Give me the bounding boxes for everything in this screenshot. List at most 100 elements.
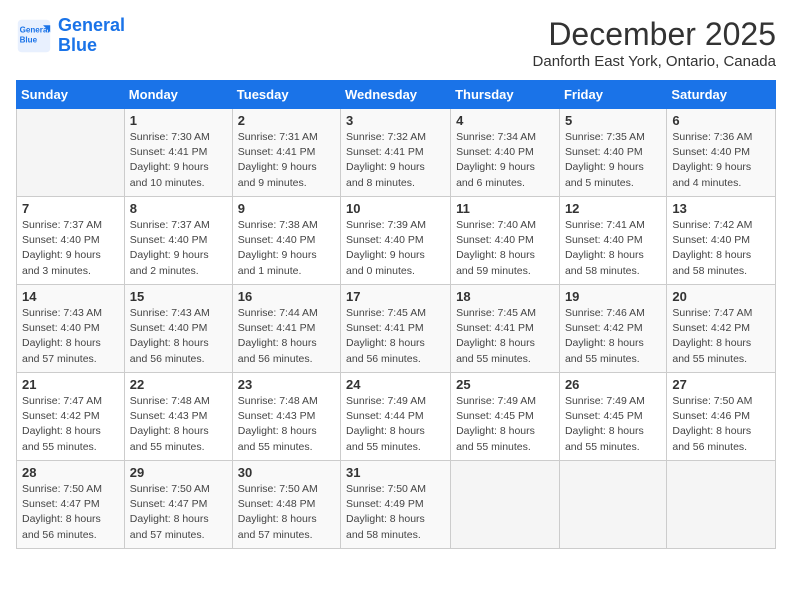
weekday-header-cell: Thursday: [451, 81, 560, 109]
day-info: Sunrise: 7:37 AM Sunset: 4:40 PM Dayligh…: [22, 218, 119, 279]
logo-text: General Blue: [58, 16, 125, 56]
day-number: 6: [672, 113, 770, 128]
logo-line2: Blue: [58, 35, 97, 55]
day-info: Sunrise: 7:50 AM Sunset: 4:48 PM Dayligh…: [238, 482, 335, 543]
day-number: 7: [22, 201, 119, 216]
calendar-cell: 8Sunrise: 7:37 AM Sunset: 4:40 PM Daylig…: [124, 197, 232, 285]
day-number: 14: [22, 289, 119, 304]
day-number: 11: [456, 201, 554, 216]
calendar-cell: 17 Sunrise: 7:45 AM Sunset: 4:41 PM Dayli…: [341, 285, 451, 373]
day-number: 10: [346, 201, 445, 216]
calendar-cell: 30 Sunrise: 7:50 AM Sunset: 4:48 PM Dayli…: [232, 461, 340, 549]
day-info: Sunrise: 7:41 AM Sunset: 4:40 PM Dayligh…: [565, 218, 661, 279]
day-number: 28: [22, 465, 119, 480]
weekday-header-row: SundayMondayTuesdayWednesdayThursdayFrid…: [17, 81, 776, 109]
calendar-cell: 5Sunrise: 7:35 AM Sunset: 4:40 PM Daylig…: [559, 109, 666, 197]
calendar-cell: 4 Sunrise: 7:34 AM Sunset: 4:40 PM Daylig…: [451, 109, 560, 197]
day-number: 31: [346, 465, 445, 480]
weekday-header-cell: Wednesday: [341, 81, 451, 109]
day-number: 3: [346, 113, 445, 128]
weekday-header-cell: Saturday: [667, 81, 776, 109]
calendar-cell: 6Sunrise: 7:36 AM Sunset: 4:40 PM Daylig…: [667, 109, 776, 197]
page-header: General Blue General Blue December 2025 …: [16, 16, 776, 70]
day-info: Sunrise: 7:35 AM Sunset: 4:40 PM Dayligh…: [565, 130, 661, 191]
day-number: 17: [346, 289, 445, 304]
weekday-header-cell: Friday: [559, 81, 666, 109]
day-info: Sunrise: 7:34 AM Sunset: 4:40 PM Dayligh…: [456, 130, 554, 191]
calendar-cell: 3 Sunrise: 7:32 AM Sunset: 4:41 PM Daylig…: [341, 109, 451, 197]
day-info: Sunrise: 7:31 AM Sunset: 4:41 PM Dayligh…: [238, 130, 335, 191]
calendar-cell: 25Sunrise: 7:49 AM Sunset: 4:45 PM Dayli…: [451, 373, 560, 461]
calendar-cell: 15 Sunrise: 7:43 AM Sunset: 4:40 PM Dayli…: [124, 285, 232, 373]
calendar-cell: 16 Sunrise: 7:44 AM Sunset: 4:41 PM Dayli…: [232, 285, 340, 373]
calendar-cell: 23 Sunrise: 7:48 AM Sunset: 4:43 PM Dayli…: [232, 373, 340, 461]
day-info: Sunrise: 7:37 AM Sunset: 4:40 PM Dayligh…: [130, 218, 227, 279]
day-number: 2: [238, 113, 335, 128]
calendar-cell: [17, 109, 125, 197]
day-info: Sunrise: 7:49 AM Sunset: 4:45 PM Dayligh…: [565, 394, 661, 455]
day-info: Sunrise: 7:45 AM Sunset: 4:41 PM Dayligh…: [346, 306, 445, 367]
day-info: Sunrise: 7:49 AM Sunset: 4:44 PM Dayligh…: [346, 394, 445, 455]
day-number: 13: [672, 201, 770, 216]
calendar-week-row: 28 Sunrise: 7:50 AM Sunset: 4:47 PM Dayli…: [17, 461, 776, 549]
day-info: Sunrise: 7:39 AM Sunset: 4:40 PM Dayligh…: [346, 218, 445, 279]
day-number: 21: [22, 377, 119, 392]
calendar-cell: 10 Sunrise: 7:39 AM Sunset: 4:40 PM Dayli…: [341, 197, 451, 285]
title-area: December 2025 Danforth East York, Ontari…: [533, 16, 776, 70]
logo-line1: General: [58, 15, 125, 35]
day-info: Sunrise: 7:43 AM Sunset: 4:40 PM Dayligh…: [130, 306, 227, 367]
day-info: Sunrise: 7:50 AM Sunset: 4:47 PM Dayligh…: [22, 482, 119, 543]
day-info: Sunrise: 7:42 AM Sunset: 4:40 PM Dayligh…: [672, 218, 770, 279]
calendar-body: 1 Sunrise: 7:30 AM Sunset: 4:41 PM Daylig…: [17, 109, 776, 549]
calendar-cell: [451, 461, 560, 549]
logo-icon: General Blue: [16, 18, 52, 54]
day-info: Sunrise: 7:50 AM Sunset: 4:47 PM Dayligh…: [130, 482, 227, 543]
day-info: Sunrise: 7:50 AM Sunset: 4:46 PM Dayligh…: [672, 394, 770, 455]
day-info: Sunrise: 7:49 AM Sunset: 4:45 PM Dayligh…: [456, 394, 554, 455]
logo: General Blue General Blue: [16, 16, 125, 56]
day-number: 20: [672, 289, 770, 304]
day-number: 29: [130, 465, 227, 480]
calendar-cell: [667, 461, 776, 549]
day-number: 1: [130, 113, 227, 128]
weekday-header-cell: Sunday: [17, 81, 125, 109]
day-number: 4: [456, 113, 554, 128]
calendar-week-row: 21 Sunrise: 7:47 AM Sunset: 4:42 PM Dayli…: [17, 373, 776, 461]
day-info: Sunrise: 7:46 AM Sunset: 4:42 PM Dayligh…: [565, 306, 661, 367]
calendar-cell: 29 Sunrise: 7:50 AM Sunset: 4:47 PM Dayli…: [124, 461, 232, 549]
day-info: Sunrise: 7:43 AM Sunset: 4:40 PM Dayligh…: [22, 306, 119, 367]
calendar-cell: 26 Sunrise: 7:49 AM Sunset: 4:45 PM Dayli…: [559, 373, 666, 461]
day-number: 26: [565, 377, 661, 392]
day-info: Sunrise: 7:32 AM Sunset: 4:41 PM Dayligh…: [346, 130, 445, 191]
day-number: 16: [238, 289, 335, 304]
calendar-cell: 2 Sunrise: 7:31 AM Sunset: 4:41 PM Daylig…: [232, 109, 340, 197]
calendar-cell: 19Sunrise: 7:46 AM Sunset: 4:42 PM Dayli…: [559, 285, 666, 373]
calendar-cell: [559, 461, 666, 549]
day-info: Sunrise: 7:48 AM Sunset: 4:43 PM Dayligh…: [130, 394, 227, 455]
calendar-cell: 7 Sunrise: 7:37 AM Sunset: 4:40 PM Daylig…: [17, 197, 125, 285]
day-number: 24: [346, 377, 445, 392]
day-number: 18: [456, 289, 554, 304]
day-info: Sunrise: 7:45 AM Sunset: 4:41 PM Dayligh…: [456, 306, 554, 367]
day-number: 15: [130, 289, 227, 304]
day-number: 23: [238, 377, 335, 392]
day-number: 22: [130, 377, 227, 392]
day-number: 12: [565, 201, 661, 216]
day-info: Sunrise: 7:44 AM Sunset: 4:41 PM Dayligh…: [238, 306, 335, 367]
calendar-cell: 20 Sunrise: 7:47 AM Sunset: 4:42 PM Dayli…: [667, 285, 776, 373]
day-info: Sunrise: 7:30 AM Sunset: 4:41 PM Dayligh…: [130, 130, 227, 191]
day-info: Sunrise: 7:47 AM Sunset: 4:42 PM Dayligh…: [672, 306, 770, 367]
day-info: Sunrise: 7:48 AM Sunset: 4:43 PM Dayligh…: [238, 394, 335, 455]
calendar-cell: 18 Sunrise: 7:45 AM Sunset: 4:41 PM Dayli…: [451, 285, 560, 373]
day-number: 27: [672, 377, 770, 392]
calendar-cell: 9Sunrise: 7:38 AM Sunset: 4:40 PM Daylig…: [232, 197, 340, 285]
calendar-cell: 22 Sunrise: 7:48 AM Sunset: 4:43 PM Dayli…: [124, 373, 232, 461]
day-info: Sunrise: 7:47 AM Sunset: 4:42 PM Dayligh…: [22, 394, 119, 455]
location-title: Danforth East York, Ontario, Canada: [533, 53, 776, 70]
calendar-cell: 14 Sunrise: 7:43 AM Sunset: 4:40 PM Dayli…: [17, 285, 125, 373]
day-info: Sunrise: 7:38 AM Sunset: 4:40 PM Dayligh…: [238, 218, 335, 279]
calendar-week-row: 1 Sunrise: 7:30 AM Sunset: 4:41 PM Daylig…: [17, 109, 776, 197]
calendar-cell: 12 Sunrise: 7:41 AM Sunset: 4:40 PM Dayli…: [559, 197, 666, 285]
day-number: 30: [238, 465, 335, 480]
calendar-week-row: 7 Sunrise: 7:37 AM Sunset: 4:40 PM Daylig…: [17, 197, 776, 285]
